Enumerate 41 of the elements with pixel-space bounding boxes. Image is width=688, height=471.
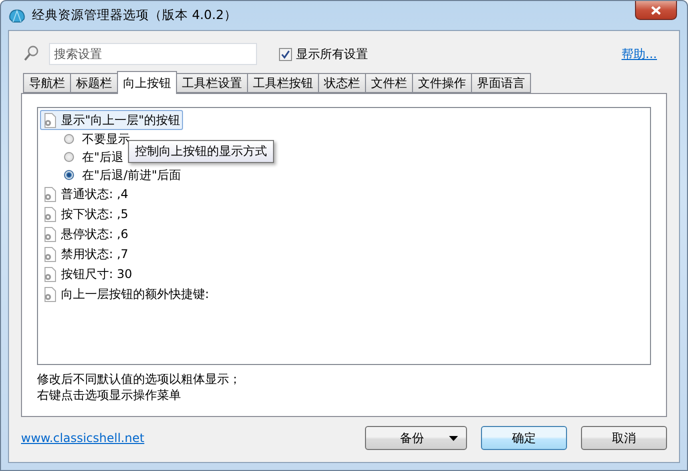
checkmark-icon <box>281 50 290 58</box>
gear-file-icon <box>43 206 57 222</box>
tab[interactable]: 工具栏按钮 <box>247 73 318 93</box>
backup-button[interactable]: 备份 <box>365 426 467 450</box>
setting-item[interactable]: 显示"向上一层"的按钮 <box>40 110 184 130</box>
setting-item[interactable]: 悬停状态: ,6 <box>40 224 132 244</box>
gear-file-icon <box>43 246 57 262</box>
tab[interactable]: 向上按钮 <box>117 71 177 94</box>
setting-item[interactable]: 按钮尺寸: 30 <box>40 264 136 284</box>
gear-file-icon <box>43 226 57 242</box>
show-all-checkbox[interactable]: 显示所有设置 <box>279 46 368 62</box>
close-button[interactable] <box>635 1 677 20</box>
caret-icon <box>449 436 458 440</box>
radio-option[interactable]: 在"后退/前进"后面 <box>40 166 648 184</box>
tab[interactable]: 标题栏 <box>70 73 117 93</box>
setting-item[interactable]: 向上一层按钮的额外快捷键: <box>40 284 212 304</box>
tab[interactable]: 文件操作 <box>412 73 471 93</box>
setting-item[interactable]: 按下状态: ,5 <box>40 204 132 224</box>
search-icon <box>23 45 39 63</box>
search-field[interactable]: 搜索设置 <box>49 43 257 65</box>
tab[interactable]: 文件栏 <box>365 73 412 93</box>
tab[interactable]: 工具栏设置 <box>176 73 247 93</box>
tab[interactable]: 导航栏 <box>23 73 70 93</box>
setting-item[interactable]: 禁用状态: ,7 <box>40 244 132 264</box>
shell-icon <box>8 8 26 24</box>
help-link[interactable]: 帮助... <box>622 46 657 62</box>
hint-text: 修改后不同默认值的选项以粗体显示； <box>37 371 242 387</box>
tooltip: 控制向上按钮的显示方式 <box>128 140 274 163</box>
gear-file-icon <box>43 112 57 128</box>
window-title: 经典资源管理器选项（版本 4.0.2） <box>32 7 237 24</box>
website-link[interactable]: www.classicshell.net <box>21 431 144 445</box>
gear-file-icon <box>43 186 57 202</box>
gear-file-icon <box>43 266 57 282</box>
tab[interactable]: 状态栏 <box>318 73 365 93</box>
cancel-button[interactable]: 取消 <box>581 426 667 450</box>
ok-button[interactable]: 确定 <box>481 426 567 450</box>
gear-file-icon <box>43 286 57 302</box>
close-icon <box>651 6 661 14</box>
hint-text: 右键点击选项显示操作菜单 <box>37 387 182 403</box>
setting-item[interactable]: 普通状态: ,4 <box>40 184 132 204</box>
tab[interactable]: 界面语言 <box>471 73 531 93</box>
